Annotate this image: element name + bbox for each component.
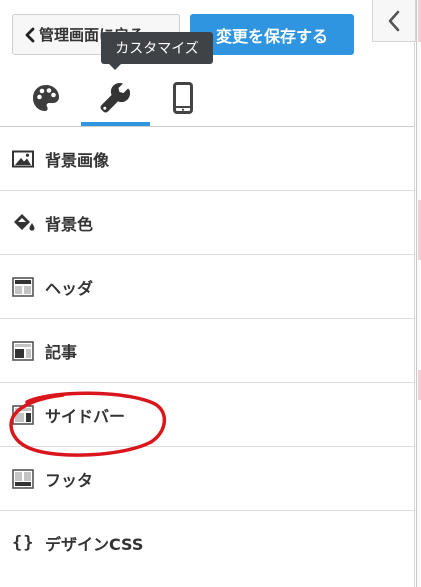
- tooltip-arrow: [109, 64, 121, 70]
- save-changes-button[interactable]: 変更を保存する: [190, 14, 354, 55]
- menu-item-sidebar[interactable]: サイドバー: [0, 383, 414, 447]
- layout-sidebar-icon: [12, 404, 34, 425]
- customize-menu: 背景画像 背景色 ヘッダ 記事 サイドバー フッタ {} デザインCSS: [0, 127, 414, 575]
- tab-customize[interactable]: [88, 70, 142, 126]
- menu-item-label: デザインCSS: [45, 535, 144, 554]
- braces-icon: {}: [12, 533, 35, 553]
- menu-item-label: サイドバー: [45, 406, 126, 426]
- paint-bucket-icon: [14, 213, 35, 231]
- layout-header-icon: [12, 276, 34, 297]
- tab-palette[interactable]: [20, 70, 72, 126]
- save-button-label: 変更を保存する: [215, 26, 328, 46]
- wrench-icon: [100, 82, 131, 113]
- menu-item-header[interactable]: ヘッダ: [0, 255, 414, 319]
- menu-item-label: 背景画像: [45, 150, 110, 170]
- preview-edge: [416, 0, 421, 587]
- menu-item-background-color[interactable]: 背景色: [0, 191, 414, 255]
- layout-footer-icon: [12, 468, 34, 489]
- palette-icon: [33, 85, 59, 111]
- menu-item-footer[interactable]: フッタ: [0, 447, 414, 511]
- customize-panel: 管理画面に戻る 変更を保存する カスタマイズ 背景画像 背景色 ヘッダ 記事 サ…: [0, 0, 421, 587]
- sidebar-border: [414, 42, 415, 587]
- menu-item-article[interactable]: 記事: [0, 319, 414, 383]
- chevron-left-icon: [388, 10, 400, 31]
- menu-item-label: フッタ: [45, 470, 94, 490]
- menu-item-label: 記事: [45, 342, 78, 362]
- menu-item-label: 背景色: [45, 214, 94, 234]
- chevron-left-icon: [25, 27, 35, 42]
- smartphone-icon: [173, 82, 193, 114]
- collapse-sidebar-button[interactable]: [372, 0, 416, 42]
- layout-article-icon: [12, 340, 34, 361]
- tooltip-text: カスタマイズ: [115, 41, 199, 57]
- menu-item-label: ヘッダ: [45, 278, 94, 298]
- customize-tooltip: カスタマイズ: [101, 32, 213, 64]
- image-icon: [12, 150, 34, 167]
- menu-item-design-css[interactable]: {} デザインCSS: [0, 511, 414, 575]
- menu-item-background-image[interactable]: 背景画像: [0, 127, 414, 191]
- tab-mobile[interactable]: [158, 70, 208, 126]
